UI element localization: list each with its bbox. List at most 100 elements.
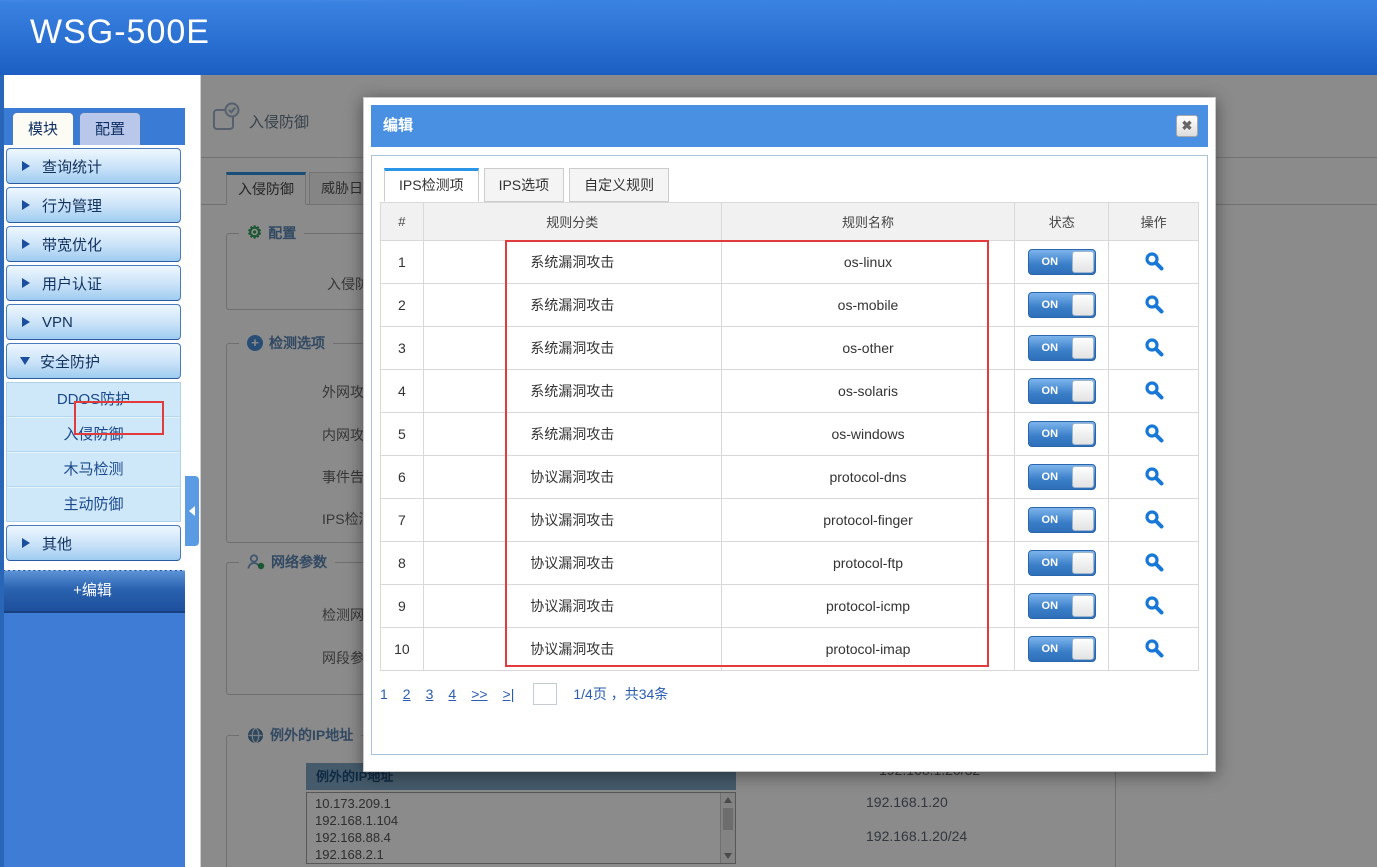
cell-index: 4 <box>381 370 424 413</box>
cell-category: 系统漏洞攻击 <box>423 241 721 284</box>
pagination-page-1[interactable]: 1 <box>380 686 388 702</box>
sidebar-group-安全防护[interactable]: 安全防护 <box>6 343 181 379</box>
toggle-handle[interactable] <box>1072 466 1094 488</box>
table-row: 4系统漏洞攻击os-solarisON <box>381 370 1199 413</box>
pagination-page-3[interactable]: 3 <box>426 686 434 702</box>
toggle-on-switch[interactable]: ON <box>1028 335 1096 361</box>
magnifier-icon[interactable] <box>1144 294 1164 314</box>
dialog-tab-自定义规则[interactable]: 自定义规则 <box>569 168 669 202</box>
sidebar-group-带宽优化[interactable]: 带宽优化 <box>6 226 181 262</box>
magnifier-icon[interactable] <box>1144 251 1164 271</box>
toggle-label: ON <box>1029 637 1071 661</box>
app-title: WSG-500E <box>30 13 210 52</box>
toggle-on-switch[interactable]: ON <box>1028 593 1096 619</box>
column-header-状态: 状态 <box>1015 203 1109 241</box>
magnifier-icon[interactable] <box>1144 595 1164 615</box>
sidebar-group-行为管理[interactable]: 行为管理 <box>6 187 181 223</box>
dialog-tab-IPS检测项[interactable]: IPS检测项 <box>384 168 479 202</box>
cell-rule-name: os-mobile <box>721 284 1015 327</box>
table-row: 7协议漏洞攻击protocol-fingerON <box>381 499 1199 542</box>
sidebar-group-用户认证[interactable]: 用户认证 <box>6 265 181 301</box>
sidebar-item-入侵防御[interactable]: 入侵防御 <box>7 417 180 452</box>
toggle-label: ON <box>1029 594 1071 618</box>
sidebar-group-label: 用户认证 <box>42 273 102 294</box>
pagination: 1234 >> >| 1/4页 ，共34条 <box>380 683 1199 705</box>
cell-category: 协议漏洞攻击 <box>423 499 721 542</box>
table-row: 1系统漏洞攻击os-linuxON <box>381 241 1199 284</box>
sidebar-collapse-handle[interactable] <box>185 476 199 546</box>
toggle-on-switch[interactable]: ON <box>1028 636 1096 662</box>
cell-state: ON <box>1015 628 1109 671</box>
column-header-规则分类: 规则分类 <box>423 203 721 241</box>
cell-category: 系统漏洞攻击 <box>423 284 721 327</box>
page-number-input[interactable] <box>533 683 557 705</box>
sidebar-item-主动防御[interactable]: 主动防御 <box>7 487 180 521</box>
cell-operation <box>1109 499 1199 542</box>
pagination-next-link[interactable]: >> <box>471 686 487 702</box>
sidebar-group-VPN[interactable]: VPN <box>6 304 181 340</box>
toggle-label: ON <box>1029 250 1071 274</box>
dialog-panel: IPS检测项IPS选项自定义规则 #规则分类规则名称状态操作 1系统漏洞攻击os… <box>371 155 1208 755</box>
toggle-on-switch[interactable]: ON <box>1028 507 1096 533</box>
column-header-操作: 操作 <box>1109 203 1199 241</box>
arrow-right-icon <box>22 161 30 171</box>
sidebar-group-label: 查询统计 <box>42 156 102 177</box>
arrow-right-icon <box>22 200 30 210</box>
rules-table: #规则分类规则名称状态操作 1系统漏洞攻击os-linuxON2系统漏洞攻击os… <box>380 202 1199 671</box>
cell-category: 协议漏洞攻击 <box>423 456 721 499</box>
sidebar-tab-模块[interactable]: 模块 <box>12 112 74 145</box>
sidebar-item-DDOS防护[interactable]: DDOS防护 <box>7 383 180 417</box>
arrow-right-icon <box>22 317 30 327</box>
cell-state: ON <box>1015 284 1109 327</box>
magnifier-icon[interactable] <box>1144 423 1164 443</box>
edit-menu-button[interactable]: +编辑 <box>0 570 185 613</box>
table-row: 6协议漏洞攻击protocol-dnsON <box>381 456 1199 499</box>
sidebar-item-木马检测[interactable]: 木马检测 <box>7 452 180 487</box>
toggle-handle[interactable] <box>1072 294 1094 316</box>
column-header-规则名称: 规则名称 <box>721 203 1015 241</box>
pagination-last-link[interactable]: >| <box>503 686 515 702</box>
pagination-page-4[interactable]: 4 <box>448 686 456 702</box>
cell-state: ON <box>1015 456 1109 499</box>
sidebar-group-查询统计[interactable]: 查询统计 <box>6 148 181 184</box>
arrow-right-icon <box>22 278 30 288</box>
magnifier-icon[interactable] <box>1144 552 1164 572</box>
magnifier-icon[interactable] <box>1144 380 1164 400</box>
toggle-on-switch[interactable]: ON <box>1028 550 1096 576</box>
toggle-handle[interactable] <box>1072 423 1094 445</box>
toggle-label: ON <box>1029 508 1071 532</box>
dialog-titlebar[interactable]: 编辑 ✖ <box>371 105 1208 147</box>
dialog-tab-IPS选项[interactable]: IPS选项 <box>484 168 565 202</box>
chevron-left-icon <box>189 506 195 516</box>
toggle-handle[interactable] <box>1072 552 1094 574</box>
cell-index: 3 <box>381 327 424 370</box>
magnifier-icon[interactable] <box>1144 337 1164 357</box>
cell-category: 系统漏洞攻击 <box>423 327 721 370</box>
toggle-on-switch[interactable]: ON <box>1028 292 1096 318</box>
cell-state: ON <box>1015 542 1109 585</box>
toggle-handle[interactable] <box>1072 509 1094 531</box>
toggle-handle[interactable] <box>1072 251 1094 273</box>
magnifier-icon[interactable] <box>1144 509 1164 529</box>
cell-category: 协议漏洞攻击 <box>423 585 721 628</box>
sidebar-group-其他[interactable]: 其他 <box>6 525 181 561</box>
cell-state: ON <box>1015 327 1109 370</box>
magnifier-icon[interactable] <box>1144 466 1164 486</box>
sidebar: 模块配置 查询统计行为管理带宽优化用户认证 VPN安全防护 DDOS防护入侵防御木马… <box>0 75 185 867</box>
toggle-handle[interactable] <box>1072 337 1094 359</box>
toggle-on-switch[interactable]: ON <box>1028 378 1096 404</box>
toggle-handle[interactable] <box>1072 595 1094 617</box>
cell-category: 系统漏洞攻击 <box>423 370 721 413</box>
toggle-label: ON <box>1029 422 1071 446</box>
close-icon[interactable]: ✖ <box>1176 115 1198 137</box>
edit-dialog: 编辑 ✖ IPS检测项IPS选项自定义规则 #规则分类规则名称状态操作 1系统漏… <box>363 97 1216 772</box>
cell-index: 7 <box>381 499 424 542</box>
toggle-on-switch[interactable]: ON <box>1028 249 1096 275</box>
pagination-page-2[interactable]: 2 <box>403 686 411 702</box>
toggle-handle[interactable] <box>1072 380 1094 402</box>
toggle-on-switch[interactable]: ON <box>1028 421 1096 447</box>
toggle-on-switch[interactable]: ON <box>1028 464 1096 490</box>
sidebar-tab-配置[interactable]: 配置 <box>79 112 141 145</box>
magnifier-icon[interactable] <box>1144 638 1164 658</box>
toggle-handle[interactable] <box>1072 638 1094 660</box>
